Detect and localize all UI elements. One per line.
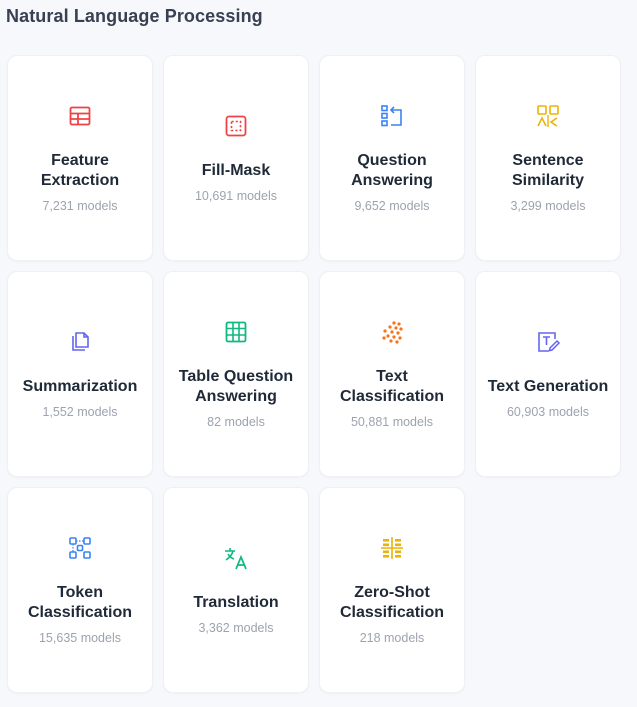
task-card[interactable]: Summarization 1,552 models xyxy=(7,271,153,477)
table-question-answering-icon xyxy=(223,319,249,345)
task-grid: Feature Extraction 7,231 models Fill-Mask 1… xyxy=(7,55,621,693)
model-count: 1,552 models xyxy=(42,405,118,419)
task-card[interactable]: Text Generation 60,903 models xyxy=(475,271,621,477)
task-name: Summarization xyxy=(22,378,138,395)
task-name: Text Generation xyxy=(487,378,609,395)
task-name: Table Question Answering xyxy=(178,368,294,405)
translation-icon xyxy=(223,545,249,571)
task-card[interactable]: Feature Extraction 7,231 models xyxy=(7,55,153,261)
model-count: 3,299 models xyxy=(510,199,586,213)
token-classification-icon xyxy=(67,535,93,561)
model-count: 218 models xyxy=(359,631,425,645)
question-answering-icon xyxy=(379,103,405,129)
model-count: 10,691 models xyxy=(194,189,277,203)
model-count: 9,652 models xyxy=(354,199,430,213)
task-card[interactable]: Fill-Mask 10,691 models xyxy=(163,55,309,261)
task-card[interactable]: Sentence Similarity 3,299 models xyxy=(475,55,621,261)
model-count: 7,231 models xyxy=(42,199,118,213)
feature-extraction-icon xyxy=(67,103,93,129)
task-name: Token Classification xyxy=(27,584,133,621)
model-count: 82 models xyxy=(207,415,265,429)
model-count: 15,635 models xyxy=(38,631,121,645)
text-generation-icon xyxy=(535,329,561,355)
sentence-similarity-icon xyxy=(535,103,561,129)
tasks-page: Natural Language Processing Feature Extr… xyxy=(0,0,637,707)
task-name: Feature Extraction xyxy=(40,152,120,189)
fill-mask-icon xyxy=(223,113,249,139)
summarization-icon xyxy=(67,329,93,355)
task-card[interactable]: Zero-Shot Classification 218 models xyxy=(319,487,465,693)
text-classification-icon xyxy=(379,319,405,345)
section-title: Natural Language Processing xyxy=(6,6,263,26)
model-count: 3,362 models xyxy=(198,621,274,635)
task-name: Fill-Mask xyxy=(201,162,271,179)
task-card[interactable]: Question Answering 9,652 models xyxy=(319,55,465,261)
model-count: 50,881 models xyxy=(350,415,433,429)
task-card[interactable]: Translation 3,362 models xyxy=(163,487,309,693)
task-name: Text Classification xyxy=(339,368,445,405)
task-card[interactable]: Text Classification 50,881 models xyxy=(319,271,465,477)
task-card[interactable]: Table Question Answering 82 models xyxy=(163,271,309,477)
task-name: Translation xyxy=(193,594,279,611)
task-card[interactable]: Token Classification 15,635 models xyxy=(7,487,153,693)
zero-shot-classification-icon xyxy=(379,535,405,561)
task-name: Sentence Similarity xyxy=(511,152,585,189)
task-name: Question Answering xyxy=(351,152,433,189)
task-name: Zero-Shot Classification xyxy=(339,584,445,621)
model-count: 60,903 models xyxy=(506,405,589,419)
